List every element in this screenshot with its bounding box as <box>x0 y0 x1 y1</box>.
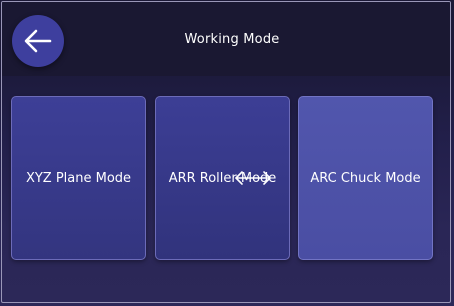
mode-card-label: ARC Chuck Mode <box>310 170 421 186</box>
back-button[interactable] <box>12 15 64 67</box>
page-title: Working Mode <box>184 32 280 47</box>
horizontal-double-arrow-icon <box>235 171 271 185</box>
arrow-left-icon <box>24 29 52 53</box>
mode-card-xyz-plane[interactable]: XYZ Plane Mode <box>11 96 146 260</box>
top-bar: Working Mode <box>2 2 450 76</box>
mode-card-label: XYZ Plane Mode <box>25 170 132 186</box>
mode-card-arc-chuck[interactable]: ARC Chuck Mode <box>298 96 433 260</box>
